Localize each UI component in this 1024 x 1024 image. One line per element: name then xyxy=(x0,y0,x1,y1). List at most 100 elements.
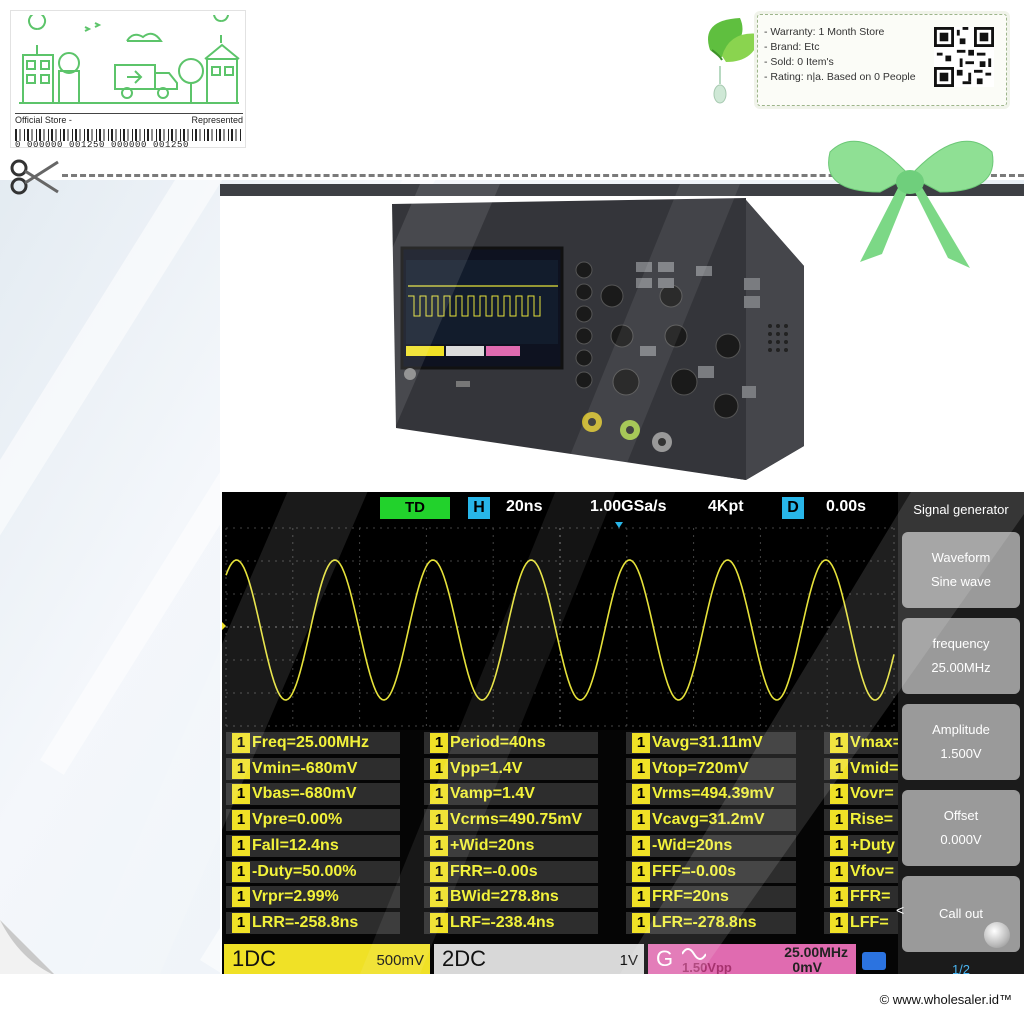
channel-number-badge: 1 xyxy=(232,758,250,779)
measurement-cell: 1 FRF=20ns xyxy=(626,886,796,909)
channel-number-badge: 1 xyxy=(632,810,650,831)
measurement-cell: 1 LFF= xyxy=(824,911,904,934)
measurement-cell: 1 LFR=-278.8ns xyxy=(626,911,796,934)
measurement-cell: 1 Vfov= xyxy=(824,860,904,883)
channel-number-badge: 1 xyxy=(830,810,848,831)
measurement-cell: 1 Vpp=1.4V xyxy=(424,757,598,780)
measurement-cell: 1 Vrms=494.39mV xyxy=(626,783,796,806)
qr-code[interactable] xyxy=(934,27,994,87)
offset-label: Offset xyxy=(943,808,979,823)
warranty-text: - Warranty: 1 Month Store xyxy=(764,26,885,38)
measurement-value: -Duty=50.00% xyxy=(252,862,357,880)
brand-text: - Brand: Etc xyxy=(764,41,820,53)
ch1-scale: 500mV xyxy=(376,952,424,969)
sine-icon xyxy=(681,947,707,960)
channel-number-badge: 1 xyxy=(232,835,250,856)
generator-label: G xyxy=(656,946,674,971)
page-curl-icon xyxy=(0,920,56,976)
measurement-cell: 1 FFF=-0.00s xyxy=(626,860,796,883)
measurement-value: Vamp=1.4V xyxy=(450,785,535,803)
channel-number-badge: 1 xyxy=(430,887,448,908)
measurement-cell: 1 FRR=-0.00s xyxy=(424,860,598,883)
ch1-label: 1DC xyxy=(232,946,277,971)
measurement-value: Rise= xyxy=(850,811,894,829)
channel-number-badge: 1 xyxy=(232,912,250,933)
generator-amplitude: 1.50Vpp xyxy=(682,960,732,974)
measurement-value: BWid=278.8ns xyxy=(450,888,559,906)
product-info-box: - Warranty: 1 Month Store - Brand: Etc -… xyxy=(757,14,1007,106)
measurement-value: Vpre=0.00% xyxy=(252,811,343,829)
channel-number-badge: 1 xyxy=(232,887,250,908)
measurement-value: Vmax= xyxy=(850,734,903,751)
channel-number-badge: 1 xyxy=(232,784,250,805)
measurement-cell: 1 +Duty xyxy=(824,834,904,857)
generator-status[interactable]: G 25.00MHz 1.50Vpp 0mV xyxy=(648,944,856,974)
store-illustration xyxy=(19,15,240,104)
scissors-icon xyxy=(10,159,59,195)
measurement-cell: 1 Vmid= xyxy=(824,757,904,780)
measurement-cell: 1 LRF=-238.4ns xyxy=(424,911,598,934)
measurement-cell: 1 Rise= xyxy=(824,809,904,832)
copyright-text[interactable]: © www.wholesaler.id™ xyxy=(880,992,1012,1007)
measurement-value: Vrpr=2.99% xyxy=(252,888,339,906)
waveform-plot xyxy=(222,522,898,730)
measurement-cell: 1 +Wid=20ns xyxy=(424,834,598,857)
channel-number-badge: 1 xyxy=(430,758,448,779)
channel-number-badge: 1 xyxy=(830,912,848,933)
ch2-status[interactable]: 2DC 1V xyxy=(434,944,644,974)
menu-title: Signal generator xyxy=(913,502,1009,517)
measurement-value: +Duty xyxy=(850,836,895,854)
measurement-value: Vpp=1.4V xyxy=(450,759,523,777)
timebase-text: 20ns xyxy=(506,498,543,515)
sold-text: - Sold: 0 Item's xyxy=(764,56,834,68)
channel-number-badge: 1 xyxy=(632,733,650,753)
footer-strip xyxy=(0,974,1024,1024)
waveform-label: Waveform xyxy=(931,550,991,565)
generator-frequency: 25.00MHz xyxy=(784,944,848,960)
signal-generator-menu: Signal generator Waveform Sine wave freq… xyxy=(896,492,1024,974)
measurement-cell: 1 Vbas=-680mV xyxy=(226,783,400,806)
measurement-cell: 1 Vmin=-680mV xyxy=(226,757,400,780)
store-right-label: Represented xyxy=(191,115,243,125)
amplitude-button[interactable]: Amplitude 1.500V xyxy=(902,704,1020,780)
channel-number-badge: 1 xyxy=(632,835,650,856)
measurement-cell: 1 Vamp=1.4V xyxy=(424,783,598,806)
offset-button[interactable]: Offset 0.000V xyxy=(902,790,1020,866)
channel-number-badge: 1 xyxy=(632,758,650,779)
delay-text: 0.00s xyxy=(826,498,867,515)
menu-page-indicator[interactable]: 1/2 xyxy=(898,962,1024,974)
channel-number-badge: 1 xyxy=(830,861,848,882)
channel-number-badge: 1 xyxy=(830,835,848,856)
ch2-label: 2DC xyxy=(442,946,487,971)
measurement-value: Vrms=494.39mV xyxy=(652,785,775,803)
measurement-value: FRR=-0.00s xyxy=(450,862,538,880)
usb-icon xyxy=(862,952,886,970)
measurement-cell: 1 Vcrms=490.75mV xyxy=(424,809,598,832)
measurement-value: Fall=12.4ns xyxy=(252,836,339,854)
memory-depth-text: 4Kpt xyxy=(708,498,744,515)
measurement-value: FFF=-0.00s xyxy=(652,862,737,880)
call-out-label: Call out xyxy=(938,906,984,921)
channel-number-badge: 1 xyxy=(430,835,448,856)
amplitude-value: 1.500V xyxy=(940,746,982,761)
frequency-button[interactable]: frequency 25.00MHz xyxy=(902,618,1020,694)
waveform-button[interactable]: Waveform Sine wave xyxy=(902,532,1020,608)
rating-text: - Rating: n|a. Based on 0 People xyxy=(764,71,916,83)
call-out-button[interactable]: Call out xyxy=(902,876,1020,952)
measurement-value: LRR=-258.8ns xyxy=(252,913,359,931)
measurement-value: -Wid=20ns xyxy=(652,836,733,854)
channel-number-badge: 1 xyxy=(830,784,848,805)
ch1-status[interactable]: 1DC 500mV xyxy=(224,944,430,974)
measurement-cell: 1 Vtop=720mV xyxy=(626,757,796,780)
measurement-cell: 1 -Wid=20ns xyxy=(626,834,796,857)
measurement-value: +Wid=20ns xyxy=(450,836,535,854)
generator-offset: 0mV xyxy=(792,959,822,974)
measurement-value: LFF= xyxy=(850,913,889,931)
store-left-label: Official Store - xyxy=(15,115,72,125)
channel-number-badge: 1 xyxy=(632,912,650,933)
channel-number-badge: 1 xyxy=(430,810,448,831)
channel-number-badge: 1 xyxy=(830,887,848,908)
channel-number-badge: 1 xyxy=(430,784,448,805)
barcode-text: 0 000000 001250 000000 001250 xyxy=(15,140,190,150)
ch2-scale: 1V xyxy=(619,952,638,969)
